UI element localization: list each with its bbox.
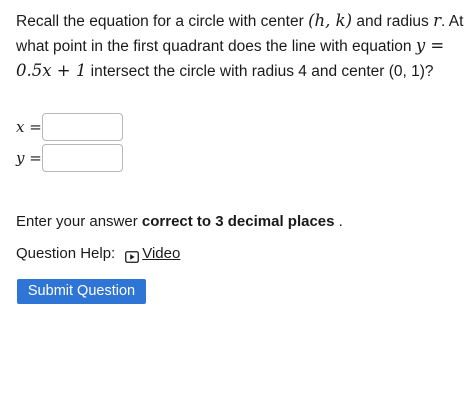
play-icon — [125, 248, 140, 263]
answer-instruction: Enter your answer correct to 3 decimal p… — [16, 211, 343, 233]
y-answer-input[interactable] — [42, 144, 123, 172]
question-text: Recall the equation for a circle with ce… — [16, 9, 466, 84]
x-answer-input[interactable] — [42, 113, 123, 141]
answer-row-x: x = — [16, 113, 123, 141]
y-label: y = — [16, 149, 42, 167]
video-link-label: Video — [142, 245, 181, 262]
instruction-prefix: Enter your answer — [16, 213, 142, 230]
x-label: x = — [16, 118, 42, 136]
video-help-link[interactable]: Video — [125, 243, 180, 265]
submit-question-button[interactable]: Submit Question — [17, 279, 146, 304]
question-text-part-4: intersect the circle with radius 4 and c… — [86, 63, 434, 80]
x-equals-sign: = — [24, 118, 42, 136]
y-equals-sign: = — [24, 149, 42, 167]
question-help-label: Question Help: — [16, 245, 116, 262]
radius-math: r — [433, 11, 441, 30]
question-text-part-1: Recall the equation for a circle with ce… — [16, 13, 309, 30]
instruction-suffix: . — [334, 213, 343, 230]
line-equation-lhs: y — [415, 36, 426, 55]
center-math: (h, k) — [308, 11, 353, 30]
question-text-part-2: and radius — [352, 13, 434, 30]
instruction-emphasis: correct to 3 decimal places — [141, 213, 335, 230]
question-help: Question Help: Video — [16, 243, 180, 265]
answer-row-y: y = — [16, 144, 123, 172]
